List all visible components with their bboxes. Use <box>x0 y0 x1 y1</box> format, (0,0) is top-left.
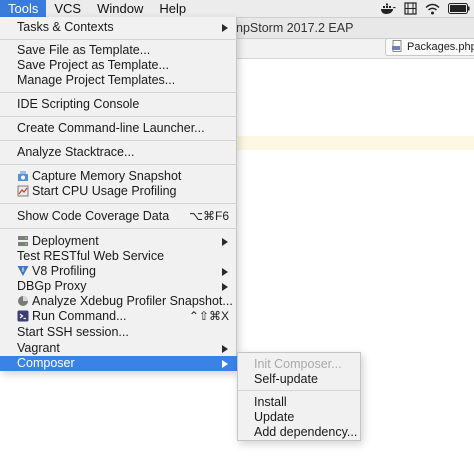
film-strip-icon[interactable] <box>404 2 417 15</box>
menu-item-create-cli-launcher[interactable]: Create Command-line Launcher... <box>0 121 237 136</box>
menu-item-dbgp-proxy[interactable]: DBGp Proxy <box>0 279 237 294</box>
menu-separator <box>0 203 237 204</box>
menubar-vcs[interactable]: VCS <box>46 0 89 17</box>
menu-item-label: Show Code Coverage Data <box>17 209 170 223</box>
menu-item-analyze-stacktrace[interactable]: Analyze Stacktrace... <box>0 145 237 160</box>
menu-separator <box>0 164 237 165</box>
menu-item-tasks-contexts[interactable]: Tasks & Contexts <box>0 20 237 35</box>
menu-item-label: Self-update <box>254 372 318 386</box>
menu-item-shortcut: ⌃⇧⌘X <box>188 309 229 323</box>
menu-item-label: Add dependency... <box>254 425 358 439</box>
submenu-item-init-composer[interactable]: Init Composer... <box>238 357 360 372</box>
svg-text:8: 8 <box>22 268 25 274</box>
menu-item-label: Manage Project Templates... <box>17 73 176 87</box>
menu-separator <box>238 390 360 391</box>
menu-item-capture-memory-snapshot[interactable]: Capture Memory Snapshot <box>0 169 237 184</box>
menu-item-label: Deployment <box>32 234 99 248</box>
submenu-item-install[interactable]: Install <box>238 395 360 410</box>
menu-item-composer[interactable]: Composer <box>0 356 237 371</box>
submenu-item-add-dependency[interactable]: Add dependency... <box>238 425 360 440</box>
terminal-icon <box>17 310 29 322</box>
submenu-arrow-icon <box>222 24 228 32</box>
menu-separator <box>0 228 237 229</box>
submenu-arrow-icon <box>222 283 228 291</box>
ide-window-title: npStorm 2017.2 EAP <box>236 21 354 35</box>
menu-item-label: Capture Memory Snapshot <box>32 169 182 183</box>
menu-item-v8-profiling[interactable]: 8 V8 Profiling <box>0 264 237 279</box>
menu-item-show-code-coverage[interactable]: Show Code Coverage Data ⌥⌘F6 <box>0 209 237 224</box>
menu-item-label: Start SSH session... <box>17 325 129 339</box>
tools-menu: Tasks & Contexts Save File as Template..… <box>0 17 237 371</box>
menu-item-label: DBGp Proxy <box>17 279 87 293</box>
menu-item-start-ssh[interactable]: Start SSH session... <box>0 325 237 340</box>
xdebug-profiler-icon <box>17 295 29 307</box>
submenu-arrow-icon <box>222 345 228 353</box>
menu-item-label: Create Command-line Launcher... <box>17 121 205 135</box>
menubar: Tools VCS Window Help <box>0 0 474 18</box>
menubar-status-area <box>380 0 470 17</box>
menu-item-save-project-template[interactable]: Save Project as Template... <box>0 58 237 73</box>
deployment-icon <box>17 235 29 247</box>
editor-tab-packages[interactable]: Packages.php <box>385 38 474 56</box>
submenu-arrow-icon <box>222 238 228 246</box>
menu-item-start-cpu-profiling[interactable]: Start CPU Usage Profiling <box>0 184 237 199</box>
menu-item-label: Tasks & Contexts <box>17 20 114 34</box>
composer-submenu: Init Composer... Self-update Install Upd… <box>237 352 361 441</box>
menu-item-ide-scripting-console[interactable]: IDE Scripting Console <box>0 97 237 112</box>
menu-item-analyze-xdebug[interactable]: Analyze Xdebug Profiler Snapshot... <box>0 294 237 309</box>
v8-icon: 8 <box>17 265 29 277</box>
menu-separator <box>0 92 237 93</box>
cpu-profiling-icon <box>17 185 29 197</box>
menu-item-label: Save Project as Template... <box>17 58 169 72</box>
menu-item-label: Run Command... <box>32 309 127 323</box>
submenu-arrow-icon <box>222 268 228 276</box>
battery-icon[interactable] <box>448 3 470 14</box>
menu-item-label: Save File as Template... <box>17 43 151 57</box>
menu-item-label: Init Composer... <box>254 357 342 371</box>
wifi-icon[interactable] <box>425 3 440 15</box>
menu-item-label: Analyze Stacktrace... <box>17 145 135 159</box>
submenu-arrow-icon <box>222 360 228 368</box>
submenu-item-update[interactable]: Update <box>238 410 360 425</box>
menu-item-manage-project-templates[interactable]: Manage Project Templates... <box>0 73 237 88</box>
menu-item-vagrant[interactable]: Vagrant <box>0 341 237 356</box>
menu-item-label: Install <box>254 395 287 409</box>
submenu-item-self-update[interactable]: Self-update <box>238 372 360 387</box>
menu-item-shortcut: ⌥⌘F6 <box>189 209 229 223</box>
menu-item-test-restful[interactable]: Test RESTful Web Service <box>0 249 237 264</box>
menubar-help[interactable]: Help <box>151 0 194 17</box>
menubar-tools[interactable]: Tools <box>0 0 47 17</box>
docker-whale-icon[interactable] <box>380 3 396 15</box>
memory-snapshot-icon <box>17 170 29 182</box>
menu-item-label: Update <box>254 410 295 424</box>
menu-item-deployment[interactable]: Deployment <box>0 234 237 249</box>
menu-item-save-file-template[interactable]: Save File as Template... <box>0 43 237 58</box>
menu-separator <box>0 140 237 141</box>
menu-separator <box>0 39 237 40</box>
menubar-window[interactable]: Window <box>89 0 151 17</box>
menu-item-run-command[interactable]: Run Command... ⌃⇧⌘X <box>0 309 237 324</box>
editor-tab-label: Packages.php <box>407 41 474 53</box>
menu-item-label: Analyze Xdebug Profiler Snapshot... <box>32 294 233 308</box>
php-file-icon <box>392 39 403 55</box>
menu-item-label: Composer <box>17 356 75 370</box>
menu-item-label: Start CPU Usage Profiling <box>32 184 177 198</box>
menu-separator <box>0 116 237 117</box>
menu-item-label: Test RESTful Web Service <box>17 249 165 263</box>
menu-item-label: IDE Scripting Console <box>17 97 140 111</box>
menu-item-label: Vagrant <box>17 341 60 355</box>
